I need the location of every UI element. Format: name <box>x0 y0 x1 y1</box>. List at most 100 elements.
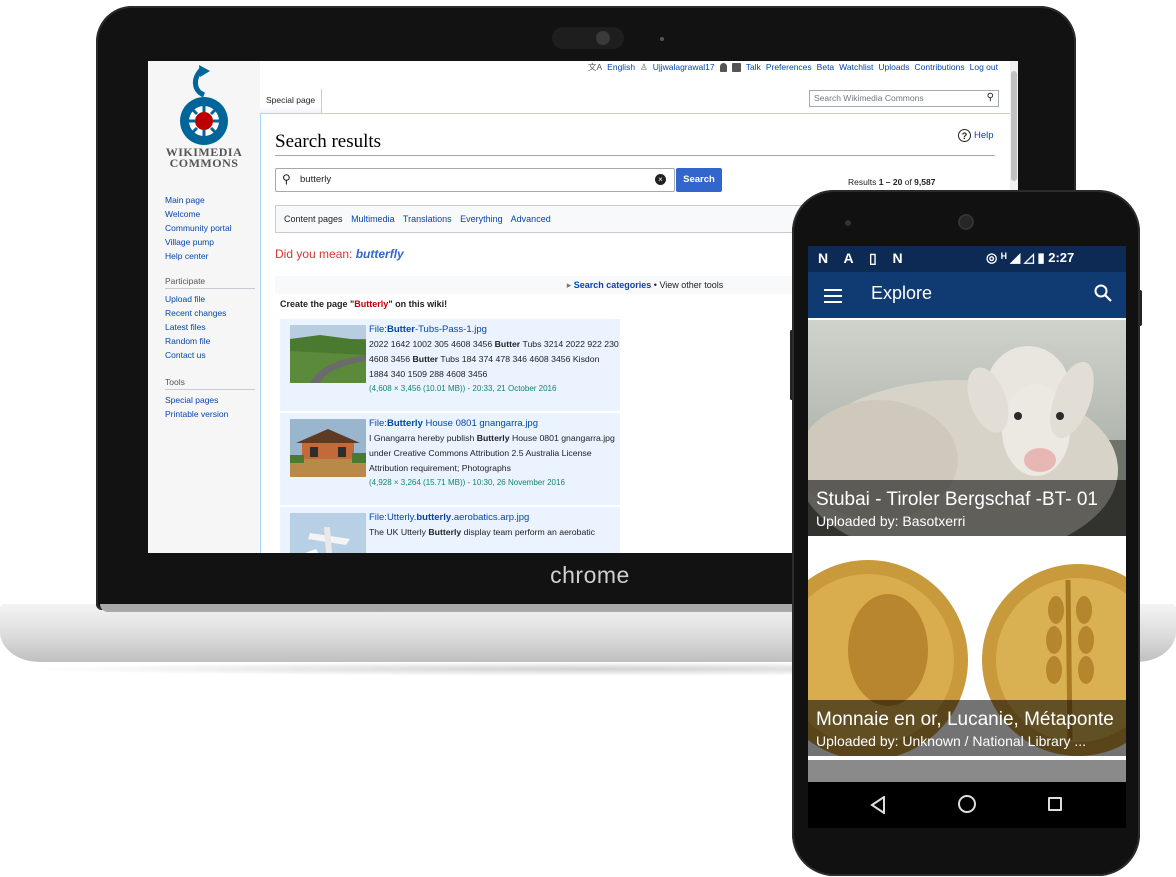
language-icon: 文A <box>588 62 603 72</box>
beta-link[interactable]: Beta <box>817 62 835 72</box>
tab-translations[interactable]: Translations <box>403 214 452 224</box>
tab-content-pages[interactable]: Content pages <box>284 214 343 224</box>
did-you-mean-prefix: Did you mean: <box>275 247 356 261</box>
create-page-link[interactable]: Butterly <box>354 299 388 309</box>
create-page-suffix: " on this wiki! <box>388 299 448 309</box>
nav-main-page[interactable]: Main page <box>165 193 255 207</box>
result-item: File:Butter-Tubs-Pass-1.jpg 2022 1642 10… <box>280 319 620 411</box>
results-count-of: of <box>902 177 915 187</box>
search-icon[interactable] <box>1094 284 1112 302</box>
scene: chrome WIKIMEDIA COMMONS Main page Welco… <box>0 0 1176 877</box>
back-icon[interactable] <box>870 796 886 814</box>
logo-wordmark-line2: COMMONS <box>169 156 239 170</box>
result-title-rest: House 0801 gnangarra.jpg <box>422 418 539 429</box>
did-you-mean: Did you mean: butterfly <box>275 247 404 261</box>
card-uploader: Uploaded by: Unknown / National Library … <box>816 733 1087 749</box>
logout-link[interactable]: Log out <box>970 62 998 72</box>
result-title-link[interactable]: File:Butterly House 0801 gnangarra.jpg <box>369 417 619 431</box>
nav-help-center[interactable]: Help center <box>165 249 255 263</box>
nav-village-pump[interactable]: Village pump <box>165 235 255 249</box>
search-query-input[interactable]: ⚲ butterly × <box>275 168 675 192</box>
search-categories-link[interactable]: Search categories <box>574 280 652 290</box>
result-thumbnail[interactable] <box>290 419 366 477</box>
contributions-link[interactable]: Contributions <box>915 62 965 72</box>
result-body: File:Butterly House 0801 gnangarra.jpg I… <box>369 417 619 490</box>
search-icon[interactable]: ⚲ <box>987 92 994 103</box>
nav-special-pages[interactable]: Special pages <box>165 393 255 407</box>
nav-community-portal[interactable]: Community portal <box>165 221 255 235</box>
explore-card[interactable]: Stubai - Tiroler Bergschaf -BT- 01 Uploa… <box>808 320 1126 536</box>
hamburger-menu-icon[interactable] <box>824 289 842 303</box>
nav-welcome[interactable]: Welcome <box>165 207 255 221</box>
results-count-prefix: Results <box>848 177 879 187</box>
create-page-notice: Create the page "Butterly" on this wiki! <box>280 299 447 309</box>
title-divider <box>275 155 995 156</box>
tab-advanced[interactable]: Advanced <box>511 214 551 224</box>
logo-wordmark: WIKIMEDIA COMMONS <box>154 146 254 170</box>
view-other-tools-link[interactable]: View other tools <box>659 280 723 290</box>
android-nav-bar <box>808 782 1126 828</box>
talk-link[interactable]: Talk <box>746 62 761 72</box>
recent-apps-icon[interactable] <box>1048 797 1062 811</box>
nav-participate-heading: Participate <box>165 275 255 289</box>
card-title: Stubai - Tiroler Bergschaf -BT- 01 <box>816 489 1098 510</box>
notices-tray-icon[interactable] <box>731 62 741 72</box>
did-you-mean-suggestion[interactable]: butterfly <box>356 247 404 261</box>
tab-special-page[interactable]: Special page <box>260 89 323 113</box>
status-notification-icons: N A ▯ N <box>818 250 909 266</box>
result-title-prefix: File: <box>369 418 387 429</box>
nav-contact-us[interactable]: Contact us <box>165 348 255 362</box>
tab-everything[interactable]: Everything <box>460 214 503 224</box>
result-body: File:Butter-Tubs-Pass-1.jpg 2022 1642 10… <box>369 323 619 396</box>
search-button[interactable]: Search <box>676 168 722 192</box>
results-total: 9,587 <box>914 177 936 187</box>
language-link[interactable]: English <box>607 62 635 72</box>
result-title-prefix: File: <box>369 324 387 335</box>
result-thumbnail[interactable] <box>290 325 366 383</box>
card-title: Monnaie en or, Lucanie, Métaponte <box>816 709 1114 730</box>
clear-icon[interactable]: × <box>655 174 666 185</box>
result-snippet-match: Butter <box>412 354 439 364</box>
wikimedia-commons-logo-icon[interactable] <box>172 65 236 147</box>
phone-screen: N A ▯ N ◎ ᴴ ◢ ◿ ▮ 2:27 Explore Stubai - … <box>808 246 1126 782</box>
nav-upload-file[interactable]: Upload file <box>165 292 255 306</box>
status-system-icons: ◎ ᴴ ◢ ◿ ▮ 2:27 <box>986 250 1075 265</box>
explore-card[interactable] <box>808 760 1126 782</box>
scrollbar-thumb[interactable] <box>1011 71 1017 181</box>
nav-printable-version[interactable]: Printable version <box>165 407 255 421</box>
nav-latest-files[interactable]: Latest files <box>165 320 255 334</box>
nav-random-file[interactable]: Random file <box>165 334 255 348</box>
tab-multimedia[interactable]: Multimedia <box>351 214 395 224</box>
wiki-sidebar: WIKIMEDIA COMMONS Main page Welcome Comm… <box>148 61 260 553</box>
nav-recent-changes[interactable]: Recent changes <box>165 306 255 320</box>
results-range: 1 – 20 <box>878 177 903 187</box>
result-snippet: 2022 1642 1002 305 4608 3456 Butter Tubs… <box>369 337 619 382</box>
result-meta: (4,928 × 3,264 (15.71 MB)) - 10:30, 26 N… <box>369 478 565 487</box>
preferences-link[interactable]: Preferences <box>766 62 812 72</box>
result-title-rest: -Tubs-Pass-1.jpg <box>414 324 487 335</box>
result-snippet: The UK Utterly Butterly display team per… <box>369 525 619 540</box>
nav-participate: Participate Upload file Recent changes L… <box>165 275 255 362</box>
laptop-camera-led <box>660 37 664 41</box>
result-title-rest: .aerobatics.arp.jpg <box>451 512 530 523</box>
laptop-brand: chrome <box>550 562 630 588</box>
help-label: Help <box>974 130 994 141</box>
explore-card[interactable]: Monnaie en or, Lucanie, Métaponte Upload… <box>808 540 1126 756</box>
wiki-search-input[interactable]: Search Wikimedia Commons ⚲ <box>809 90 999 107</box>
content-top-border <box>260 113 1018 114</box>
result-title-link[interactable]: File:Butter-Tubs-Pass-1.jpg <box>369 323 619 337</box>
result-title-link[interactable]: File:Utterly.butterly.aerobatics.arp.jpg <box>369 511 619 525</box>
uploads-link[interactable]: Uploads <box>878 62 909 72</box>
phone-speaker <box>958 214 974 230</box>
notifications-bell-icon[interactable] <box>719 62 727 72</box>
username-link[interactable]: Ujjwalagrawal17 <box>653 62 715 72</box>
menu-bar <box>824 301 842 303</box>
nav-tools-heading: Tools <box>165 376 255 390</box>
result-thumbnail[interactable] <box>290 513 366 553</box>
create-page-prefix: Create the page " <box>280 299 355 309</box>
home-icon[interactable] <box>958 795 976 813</box>
help-link[interactable]: ? Help <box>958 129 994 142</box>
personal-tools: 文A English ♙ Ujjwalagrawal17 Talk Prefer… <box>588 61 998 73</box>
help-icon: ? <box>958 129 971 142</box>
watchlist-link[interactable]: Watchlist <box>839 62 873 72</box>
